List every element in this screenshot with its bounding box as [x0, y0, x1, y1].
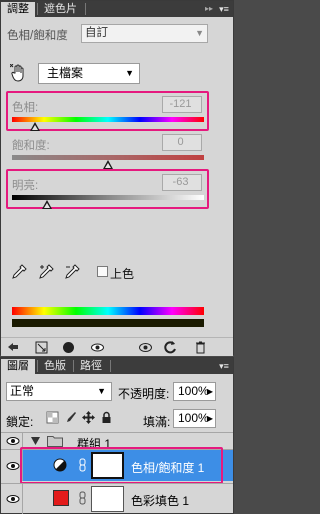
lock-transparency-icon[interactable] [46, 411, 59, 424]
preset-dropdown[interactable]: 自訂 ▼ [81, 24, 208, 43]
adjustments-bottom-toolbar [1, 337, 233, 356]
trash-icon[interactable] [193, 340, 208, 355]
saturation-value-field[interactable]: 0 [162, 134, 202, 151]
return-to-list-icon[interactable] [6, 340, 21, 355]
opacity-field[interactable]: 100% ▶ [173, 382, 216, 401]
opacity-label: 不透明度: [118, 387, 170, 401]
eye-icon[interactable] [6, 436, 20, 446]
hue-slider-track[interactable] [12, 117, 204, 122]
hue-slider-thumb[interactable] [30, 122, 41, 131]
clip-to-layer-icon[interactable] [61, 340, 76, 355]
hue-label: 色相: [12, 102, 39, 114]
lightness-value-field[interactable]: -63 [162, 174, 202, 191]
preset-label: 色相/飽和度 [7, 30, 68, 42]
collapse-icon[interactable]: ▸▸ [205, 1, 215, 17]
saturation-slider-thumb[interactable] [103, 160, 113, 169]
saturation-label: 飽和度: [12, 140, 50, 152]
layer-name: 色彩填色 1 [131, 494, 190, 508]
tab-divider [110, 360, 111, 372]
colorize-label: 上色 [110, 267, 135, 281]
chevron-down-icon: ▼ [125, 68, 134, 78]
chevron-right-icon[interactable]: ▶ [207, 410, 213, 427]
layer-mask-thumbnail[interactable] [91, 486, 124, 512]
layer-highlight-box [20, 447, 223, 484]
lock-pixels-brush-icon[interactable] [64, 411, 77, 424]
fill-color-swatch[interactable] [53, 490, 69, 506]
layer-row-color-fill[interactable]: 色彩填色 1 [1, 483, 233, 514]
channel-dropdown[interactable]: 主檔案 ▼ [38, 63, 140, 84]
chain-link-icon[interactable] [79, 491, 86, 505]
expand-triangle-icon[interactable] [31, 437, 40, 445]
blend-mode-value: 正常 [10, 384, 35, 398]
blend-mode-dropdown[interactable]: 正常 ▼ [6, 382, 112, 401]
opacity-value: 100% [178, 384, 209, 398]
visibility-eye-icon[interactable] [90, 340, 105, 355]
eyedropper-plus-icon[interactable] [38, 264, 54, 280]
panel-menu-icon[interactable]: ▾≡ [217, 358, 231, 374]
colorize-checkbox[interactable] [97, 266, 108, 277]
view-previous-state-icon[interactable] [138, 340, 153, 355]
chevron-down-icon: ▼ [97, 386, 106, 396]
input-spectrum-bar [12, 307, 204, 315]
eyedropper-minus-icon[interactable] [64, 264, 80, 280]
layers-tabbar: 圖層 色版 路徑 ▾≡ [1, 358, 233, 374]
tab-paths[interactable]: 路徑 [74, 359, 108, 374]
chevron-down-icon: ▼ [195, 28, 204, 38]
tab-divider [85, 3, 86, 15]
eye-icon[interactable] [6, 494, 20, 504]
reset-icon[interactable] [163, 340, 178, 355]
fill-label: 填滿: [143, 415, 171, 429]
channel-value: 主檔案 [47, 66, 84, 80]
fill-field[interactable]: 100% ▶ [173, 409, 216, 428]
tab-masks[interactable]: 遮色片 [38, 2, 83, 17]
expanded-view-icon[interactable] [34, 340, 49, 355]
tab-channels[interactable]: 色版 [38, 359, 72, 374]
preset-value: 自訂 [85, 27, 108, 39]
layers-panel: 圖層 色版 路徑 ▾≡ 正常 ▼ 不透明度: 100% ▶ 鎖定: 填滿: 10… [0, 357, 234, 514]
lightness-slider-thumb[interactable] [41, 200, 52, 209]
lightness-label: 明亮: [12, 180, 39, 192]
adjustments-tabbar: 調整 遮色片 ▸▸ ▾≡ [1, 1, 233, 17]
panel-menu-icon[interactable]: ▾≡ [217, 1, 231, 17]
hue-value-field[interactable]: -121 [162, 96, 202, 113]
folder-icon [47, 436, 63, 447]
tab-adjustments[interactable]: 調整 [1, 2, 35, 17]
lock-label: 鎖定: [6, 415, 34, 429]
targeted-adjustment-hand-icon[interactable] [10, 64, 28, 82]
eyedropper-icon[interactable] [11, 264, 27, 280]
eye-icon[interactable] [6, 461, 20, 471]
fill-value: 100% [178, 411, 209, 425]
tab-layers[interactable]: 圖層 [1, 359, 35, 374]
output-spectrum-bar [12, 319, 204, 327]
adjustments-panel: 調整 遮色片 ▸▸ ▾≡ 色相/飽和度 自訂 ▼ 主檔案 ▼ 色相: -121 … [0, 0, 234, 356]
lock-position-move-icon[interactable] [82, 411, 95, 424]
lock-all-icon[interactable] [100, 411, 113, 424]
chevron-right-icon[interactable]: ▶ [207, 383, 213, 400]
